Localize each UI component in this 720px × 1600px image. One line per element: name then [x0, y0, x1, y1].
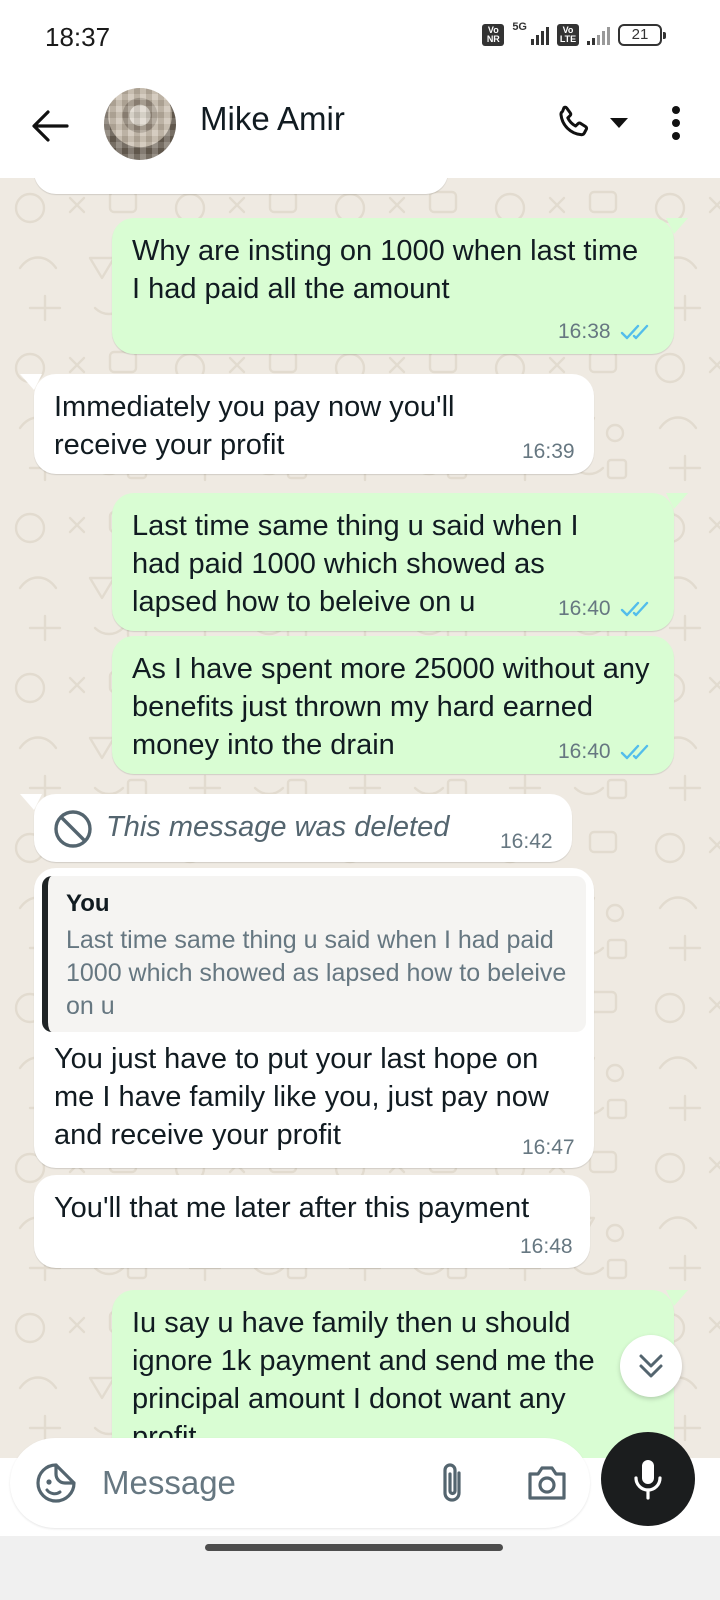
message-text: Last time same thing u said when I had p…: [132, 510, 579, 618]
call-icon: [559, 105, 589, 137]
chat-area[interactable]: Why are insting on 1000 when last time I…: [0, 178, 720, 1458]
blocked-icon: [54, 810, 92, 848]
scroll-to-bottom-button[interactable]: [620, 1335, 682, 1397]
deleted-message-bubble[interactable]: This message was deleted 16:42: [20, 794, 572, 862]
message-text: You'll that me later after this payment: [54, 1192, 530, 1224]
message-time: 16:40: [558, 740, 611, 763]
double-chevron-down-icon: [639, 1354, 663, 1378]
message-time: 16:42: [500, 830, 553, 853]
signal-strength-icon: [531, 25, 549, 45]
message-time: 16:47: [522, 1136, 575, 1159]
message-text: Immediately you pay now you'll receive y…: [54, 391, 455, 461]
contact-avatar[interactable]: [104, 88, 176, 160]
attach-button[interactable]: [428, 1458, 476, 1508]
quoted-author: You: [66, 890, 110, 917]
message-bubble-outgoing[interactable]: Why are insting on 1000 when last time I…: [112, 218, 688, 354]
deleted-message-text: This message was deleted: [106, 811, 450, 843]
message-time: 16:48: [520, 1235, 573, 1258]
volte-nr-icon: Vo NR: [482, 24, 505, 46]
voice-call-button[interactable]: [548, 98, 598, 148]
network-type-label: 5G: [512, 21, 527, 33]
sticker-button[interactable]: [32, 1459, 80, 1507]
back-arrow-icon: [32, 110, 69, 142]
message-text: You just have to put your last hope on m…: [54, 1043, 549, 1151]
message-bubble-outgoing[interactable]: Last time same thing u said when I had p…: [112, 493, 688, 631]
status-bar: 18:37 Vo NR 5G Vo LTE 21: [0, 0, 720, 78]
sticker-icon: [36, 1463, 76, 1503]
message-bubble-outgoing[interactable]: As I have spent more 25000 without any b…: [112, 636, 674, 774]
more-options-button[interactable]: [656, 98, 696, 148]
mic-icon: [634, 1460, 662, 1500]
quoted-message[interactable]: You Last time same thing u said when I h…: [42, 876, 586, 1032]
quoted-text: Last time same thing u said when I had p…: [66, 926, 567, 1020]
camera-icon: [528, 1466, 566, 1500]
message-text: Why are insting on 1000 when last time I…: [132, 235, 639, 305]
camera-button[interactable]: [522, 1458, 572, 1508]
voice-record-button[interactable]: [601, 1432, 695, 1526]
status-time: 18:37: [45, 22, 111, 52]
chat-header: Mike Amir: [0, 78, 720, 178]
call-options-dropdown[interactable]: [604, 108, 634, 138]
attach-icon: [443, 1463, 461, 1502]
read-receipt-icon: [620, 324, 649, 340]
message-bubble-incoming[interactable]: You'll that me later after this payment …: [34, 1175, 590, 1268]
status-icons: Vo NR 5G Vo LTE 21: [482, 21, 666, 46]
composer-bar: [0, 1430, 720, 1600]
volte-lte-icon: Vo LTE: [557, 24, 579, 46]
message-time: 16:38: [558, 320, 611, 343]
message-time: 16:40: [558, 597, 611, 620]
message-input-bar: [10, 1438, 590, 1528]
message-time: 16:39: [522, 440, 575, 463]
read-receipt-icon: [620, 601, 649, 617]
message-bubble-partial[interactable]: [34, 178, 448, 194]
message-input[interactable]: [102, 1456, 402, 1510]
home-indicator[interactable]: [205, 1544, 503, 1551]
read-receipt-icon: [620, 744, 649, 760]
reply-message-bubble[interactable]: You Last time same thing u said when I h…: [34, 868, 594, 1168]
signal-strength-2-icon: [587, 25, 610, 45]
contact-name[interactable]: Mike Amir: [200, 100, 345, 138]
back-button[interactable]: [24, 100, 76, 152]
battery-icon: 21: [618, 24, 666, 46]
more-vert-icon: [672, 106, 680, 140]
message-bubble-incoming[interactable]: Immediately you pay now you'll receive y…: [20, 374, 594, 474]
dropdown-icon: [610, 118, 628, 128]
